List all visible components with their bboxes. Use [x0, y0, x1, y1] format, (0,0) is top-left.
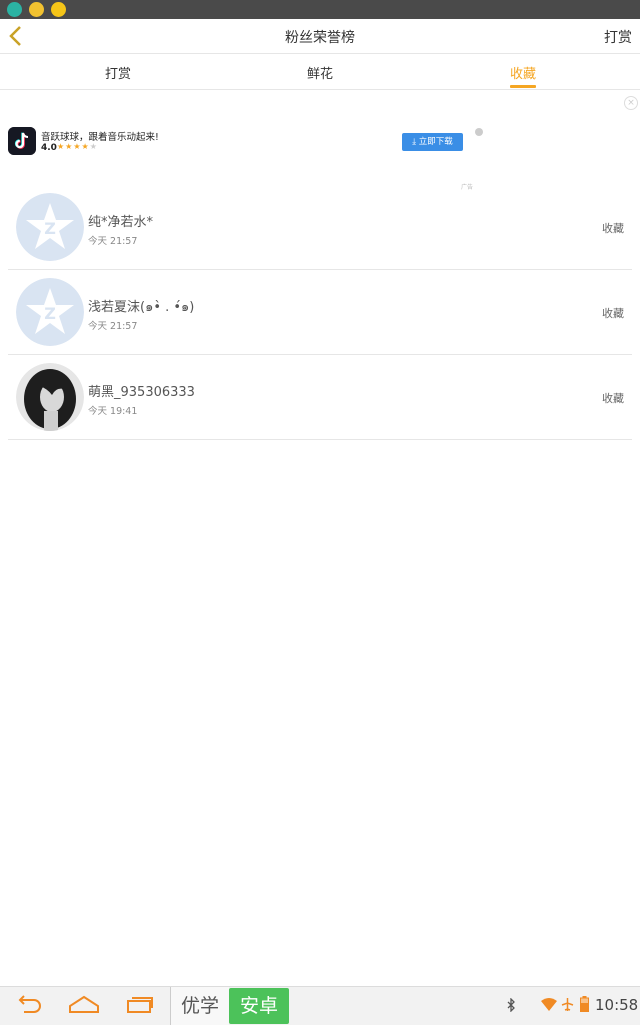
- page-title: 粉丝荣誉榜: [285, 30, 355, 46]
- recent-apps-icon[interactable]: [126, 995, 154, 1015]
- tab-favorites[interactable]: 收藏: [483, 63, 563, 82]
- photo-avatar: [16, 363, 84, 431]
- coin-notification-icon: [51, 2, 66, 17]
- system-nav-bar: 优学 安卓 10:58: [0, 986, 640, 1025]
- tiktok-logo-icon: [8, 127, 36, 155]
- active-tab-indicator: [510, 85, 536, 88]
- reward-button[interactable]: 打赏: [604, 27, 632, 47]
- list-item[interactable]: Z 纯*净若水* 今天 21:57 收藏: [8, 185, 632, 270]
- download-button-label: 立即下载: [418, 137, 453, 147]
- default-avatar-icon: Z: [16, 278, 84, 346]
- airplane-mode-icon: [561, 998, 574, 1011]
- ad-dismiss-icon[interactable]: ×: [624, 96, 638, 110]
- back-nav-icon[interactable]: [14, 995, 42, 1015]
- default-avatar-icon: Z: [16, 193, 84, 261]
- svg-text:Z: Z: [44, 219, 56, 238]
- battery-icon: [580, 996, 589, 1012]
- tab-reward[interactable]: 打赏: [78, 63, 158, 82]
- wifi-icon: [541, 998, 557, 1011]
- list-item[interactable]: 萌黑_935306333 今天 19:41 收藏: [8, 355, 632, 440]
- fan-name: 浅若夏沫(๑•̀ . •́๑): [88, 300, 195, 315]
- fan-time: 今天 19:41: [88, 406, 138, 417]
- fan-time: 今天 21:57: [88, 236, 138, 247]
- star-rating-icon: ★★★★★: [57, 142, 98, 151]
- status-bar: [0, 0, 640, 19]
- ad-rating: 4.0: [41, 143, 57, 153]
- fan-name: 纯*净若水*: [88, 215, 154, 230]
- favorite-action: 收藏: [602, 307, 624, 320]
- ad-title: 音跃球球，跟着音乐动起来!: [41, 132, 159, 143]
- home-nav-icon[interactable]: [68, 995, 100, 1015]
- download-icon: ⤓: [412, 137, 417, 147]
- fan-time: 今天 21:57: [88, 321, 138, 332]
- download-button[interactable]: ⤓ 立即下载: [402, 133, 463, 151]
- favorite-action: 收藏: [602, 392, 624, 405]
- ad-banner[interactable]: × 音跃球球，跟着音乐动起来! 4.0 ★★★★★ ⤓ 立即下载 广告: [0, 90, 640, 191]
- header: 粉丝荣誉榜 打赏: [0, 19, 640, 54]
- brand-label-anzhuo: 安卓: [229, 988, 289, 1024]
- tab-flowers[interactable]: 鲜花: [280, 63, 360, 82]
- clock: 10:58: [595, 996, 639, 1014]
- game-notification-icon: [29, 2, 44, 17]
- fan-list: Z 纯*净若水* 今天 21:57 收藏 Z 浅若夏沫(๑•̀ . •́๑) 今…: [8, 185, 632, 440]
- list-item[interactable]: Z 浅若夏沫(๑•̀ . •́๑) 今天 21:57 收藏: [8, 270, 632, 355]
- tab-bar: 打赏 鲜花 收藏: [0, 54, 640, 90]
- fan-name: 萌黑_935306333: [88, 385, 195, 400]
- svg-text:Z: Z: [44, 304, 56, 323]
- app-notification-icon: [7, 2, 22, 17]
- bluetooth-icon: [507, 998, 515, 1012]
- brand-label-youxue: 优学: [170, 987, 229, 1025]
- ad-close-icon[interactable]: [475, 128, 483, 136]
- favorite-action: 收藏: [602, 222, 624, 235]
